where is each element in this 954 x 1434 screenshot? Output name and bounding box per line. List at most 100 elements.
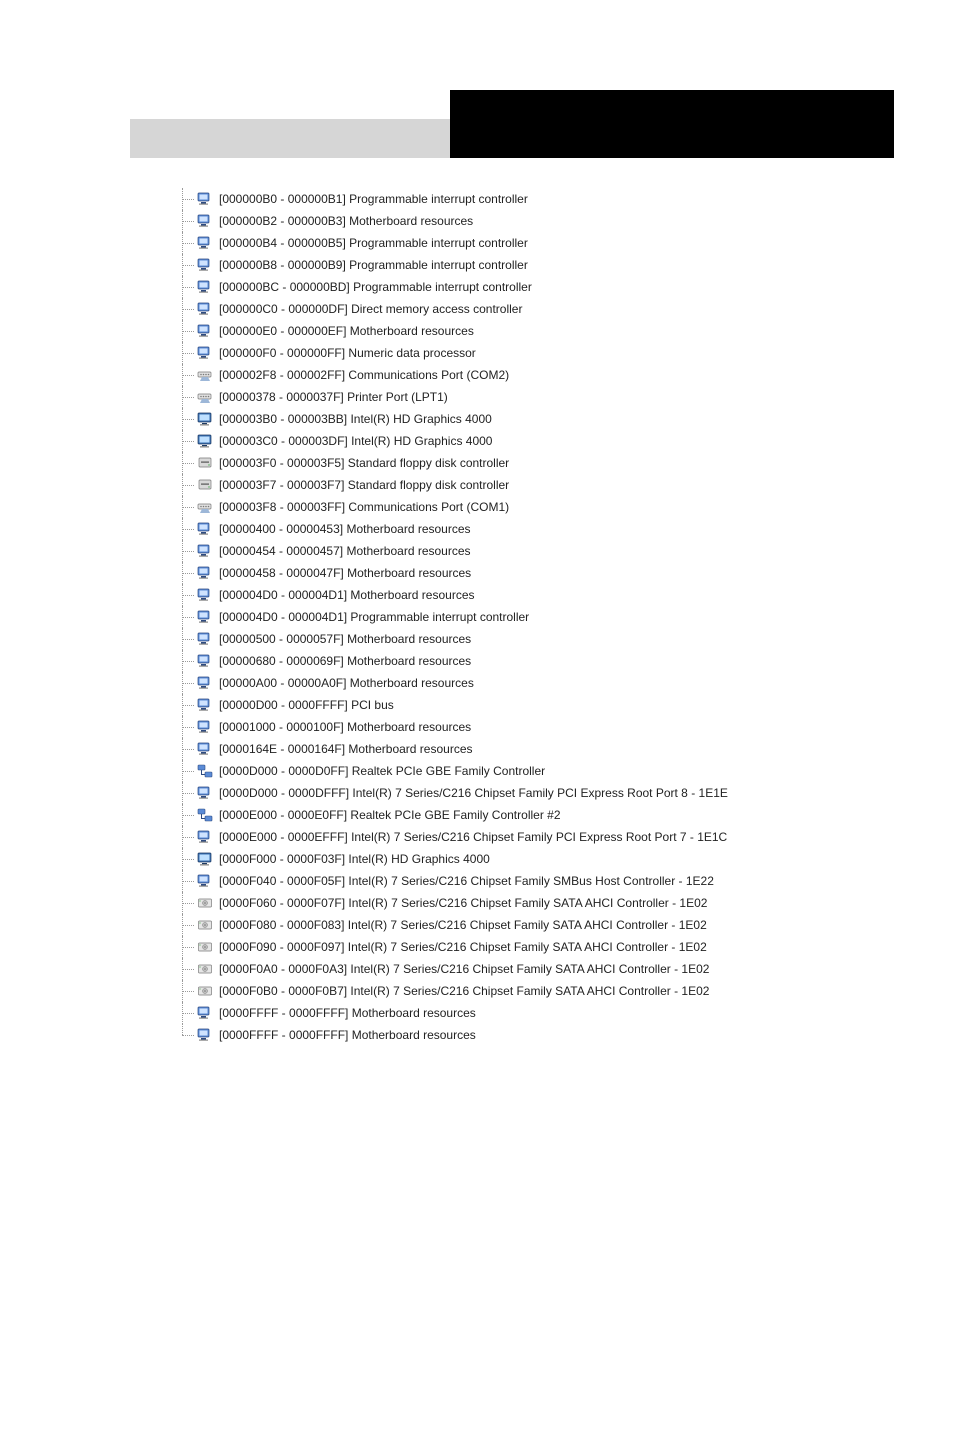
tree-branch-icon bbox=[175, 276, 197, 298]
computer-icon bbox=[197, 257, 213, 273]
tree-branch-icon bbox=[175, 848, 197, 870]
tree-item-label: [0000E000 - 0000EFFF] Intel(R) 7 Series/… bbox=[219, 826, 727, 848]
header-right-block bbox=[450, 90, 894, 158]
tree-item[interactable]: [0000F0A0 - 0000F0A3] Intel(R) 7 Series/… bbox=[175, 958, 914, 980]
tree-item[interactable]: [000004D0 - 000004D1] Programmable inter… bbox=[175, 606, 914, 628]
tree-branch-icon bbox=[175, 892, 197, 914]
tree-item[interactable]: [00000378 - 0000037F] Printer Port (LPT1… bbox=[175, 386, 914, 408]
tree-item-label: [00000680 - 0000069F] Motherboard resour… bbox=[219, 650, 471, 672]
tree-item-label: [0000F000 - 0000F03F] Intel(R) HD Graphi… bbox=[219, 848, 490, 870]
tree-item[interactable]: [000000B0 - 000000B1] Programmable inter… bbox=[175, 188, 914, 210]
tree-item[interactable]: [00000500 - 0000057F] Motherboard resour… bbox=[175, 628, 914, 650]
tree-item[interactable]: [000000E0 - 000000EF] Motherboard resour… bbox=[175, 320, 914, 342]
tree-item[interactable]: [0000164E - 0000164F] Motherboard resour… bbox=[175, 738, 914, 760]
tree-item[interactable]: [000003F0 - 000003F5] Standard floppy di… bbox=[175, 452, 914, 474]
tree-branch-icon bbox=[175, 716, 197, 738]
tree-branch-icon bbox=[175, 760, 197, 782]
tree-item-label: [0000FFFF - 0000FFFF] Motherboard resour… bbox=[219, 1024, 476, 1046]
tree-item[interactable]: [0000F0B0 - 0000F0B7] Intel(R) 7 Series/… bbox=[175, 980, 914, 1002]
tree-item-label: [000000F0 - 000000FF] Numeric data proce… bbox=[219, 342, 476, 364]
tree-branch-icon bbox=[175, 408, 197, 430]
tree-item[interactable]: [0000F040 - 0000F05F] Intel(R) 7 Series/… bbox=[175, 870, 914, 892]
floppy-icon bbox=[197, 477, 213, 493]
tree-branch-icon bbox=[175, 650, 197, 672]
tree-item-label: [00000378 - 0000037F] Printer Port (LPT1… bbox=[219, 386, 448, 408]
tree-item-label: [00000400 - 00000453] Motherboard resour… bbox=[219, 518, 471, 540]
storage-icon bbox=[197, 961, 213, 977]
tree-item[interactable]: [00000458 - 0000047F] Motherboard resour… bbox=[175, 562, 914, 584]
computer-icon bbox=[197, 609, 213, 625]
tree-branch-icon bbox=[175, 298, 197, 320]
tree-branch-icon bbox=[175, 826, 197, 848]
computer-icon bbox=[197, 279, 213, 295]
tree-item-label: [00001000 - 0000100F] Motherboard resour… bbox=[219, 716, 471, 738]
tree-item-label: [000000E0 - 000000EF] Motherboard resour… bbox=[219, 320, 474, 342]
tree-item[interactable]: [0000D000 - 0000D0FF] Realtek PCIe GBE F… bbox=[175, 760, 914, 782]
tree-item[interactable]: [0000F060 - 0000F07F] Intel(R) 7 Series/… bbox=[175, 892, 914, 914]
computer-icon bbox=[197, 323, 213, 339]
tree-item-label: [0000D000 - 0000D0FF] Realtek PCIe GBE F… bbox=[219, 760, 545, 782]
tree-branch-icon bbox=[175, 606, 197, 628]
tree-branch-icon bbox=[175, 474, 197, 496]
tree-item[interactable]: [000000B2 - 000000B3] Motherboard resour… bbox=[175, 210, 914, 232]
tree-branch-icon bbox=[175, 936, 197, 958]
storage-icon bbox=[197, 983, 213, 999]
tree-item[interactable]: [00001000 - 0000100F] Motherboard resour… bbox=[175, 716, 914, 738]
tree-item[interactable]: [0000FFFF - 0000FFFF] Motherboard resour… bbox=[175, 1002, 914, 1024]
tree-item[interactable]: [000003F7 - 000003F7] Standard floppy di… bbox=[175, 474, 914, 496]
computer-icon bbox=[197, 785, 213, 801]
tree-item[interactable]: [0000D000 - 0000DFFF] Intel(R) 7 Series/… bbox=[175, 782, 914, 804]
tree-item-label: [000000B8 - 000000B9] Programmable inter… bbox=[219, 254, 528, 276]
page-header bbox=[130, 90, 894, 158]
tree-item[interactable]: [00000D00 - 0000FFFF] PCI bus bbox=[175, 694, 914, 716]
network-icon bbox=[197, 807, 213, 823]
tree-item-label: [0000F080 - 0000F083] Intel(R) 7 Series/… bbox=[219, 914, 707, 936]
tree-branch-icon bbox=[175, 914, 197, 936]
tree-item[interactable]: [000000BC - 000000BD] Programmable inter… bbox=[175, 276, 914, 298]
tree-branch-icon bbox=[175, 870, 197, 892]
tree-item[interactable]: [000000B8 - 000000B9] Programmable inter… bbox=[175, 254, 914, 276]
tree-item[interactable]: [000003B0 - 000003BB] Intel(R) HD Graphi… bbox=[175, 408, 914, 430]
tree-item[interactable]: [000002F8 - 000002FF] Communications Por… bbox=[175, 364, 914, 386]
computer-icon bbox=[197, 235, 213, 251]
tree-item-label: [00000A00 - 00000A0F] Motherboard resour… bbox=[219, 672, 474, 694]
tree-item-label: [0000F0A0 - 0000F0A3] Intel(R) 7 Series/… bbox=[219, 958, 709, 980]
tree-item-label: [000004D0 - 000004D1] Programmable inter… bbox=[219, 606, 529, 628]
tree-item-label: [000000B2 - 000000B3] Motherboard resour… bbox=[219, 210, 473, 232]
tree-item[interactable]: [000004D0 - 000004D1] Motherboard resour… bbox=[175, 584, 914, 606]
tree-branch-icon bbox=[175, 958, 197, 980]
tree-item[interactable]: [0000FFFF - 0000FFFF] Motherboard resour… bbox=[175, 1024, 914, 1046]
device-resource-tree: [000000B0 - 000000B1] Programmable inter… bbox=[175, 188, 914, 1046]
tree-item-label: [00000500 - 0000057F] Motherboard resour… bbox=[219, 628, 471, 650]
computer-icon bbox=[197, 301, 213, 317]
tree-item[interactable]: [00000454 - 00000457] Motherboard resour… bbox=[175, 540, 914, 562]
tree-item[interactable]: [00000A00 - 00000A0F] Motherboard resour… bbox=[175, 672, 914, 694]
floppy-icon bbox=[197, 455, 213, 471]
tree-item[interactable]: [000003C0 - 000003DF] Intel(R) HD Graphi… bbox=[175, 430, 914, 452]
tree-item-label: [0000F060 - 0000F07F] Intel(R) 7 Series/… bbox=[219, 892, 707, 914]
tree-item-label: [0000FFFF - 0000FFFF] Motherboard resour… bbox=[219, 1002, 476, 1024]
tree-item[interactable]: [000000B4 - 000000B5] Programmable inter… bbox=[175, 232, 914, 254]
tree-branch-icon bbox=[175, 540, 197, 562]
tree-item[interactable]: [0000F090 - 0000F097] Intel(R) 7 Series/… bbox=[175, 936, 914, 958]
tree-branch-icon bbox=[175, 738, 197, 760]
tree-item[interactable]: [00000400 - 00000453] Motherboard resour… bbox=[175, 518, 914, 540]
computer-icon bbox=[197, 1005, 213, 1021]
tree-item[interactable]: [000000F0 - 000000FF] Numeric data proce… bbox=[175, 342, 914, 364]
tree-item-label: [000002F8 - 000002FF] Communications Por… bbox=[219, 364, 509, 386]
port-icon bbox=[197, 389, 213, 405]
tree-item-label: [000003B0 - 000003BB] Intel(R) HD Graphi… bbox=[219, 408, 492, 430]
tree-item[interactable]: [000003F8 - 000003FF] Communications Por… bbox=[175, 496, 914, 518]
computer-icon bbox=[197, 829, 213, 845]
tree-item-label: [00000D00 - 0000FFFF] PCI bus bbox=[219, 694, 394, 716]
tree-item[interactable]: [0000E000 - 0000E0FF] Realtek PCIe GBE F… bbox=[175, 804, 914, 826]
tree-item[interactable]: [0000E000 - 0000EFFF] Intel(R) 7 Series/… bbox=[175, 826, 914, 848]
tree-item[interactable]: [0000F000 - 0000F03F] Intel(R) HD Graphi… bbox=[175, 848, 914, 870]
tree-item-label: [000003F7 - 000003F7] Standard floppy di… bbox=[219, 474, 509, 496]
computer-icon bbox=[197, 191, 213, 207]
computer-icon bbox=[197, 587, 213, 603]
computer-icon bbox=[197, 345, 213, 361]
tree-item[interactable]: [000000C0 - 000000DF] Direct memory acce… bbox=[175, 298, 914, 320]
tree-item[interactable]: [0000F080 - 0000F083] Intel(R) 7 Series/… bbox=[175, 914, 914, 936]
tree-item[interactable]: [00000680 - 0000069F] Motherboard resour… bbox=[175, 650, 914, 672]
